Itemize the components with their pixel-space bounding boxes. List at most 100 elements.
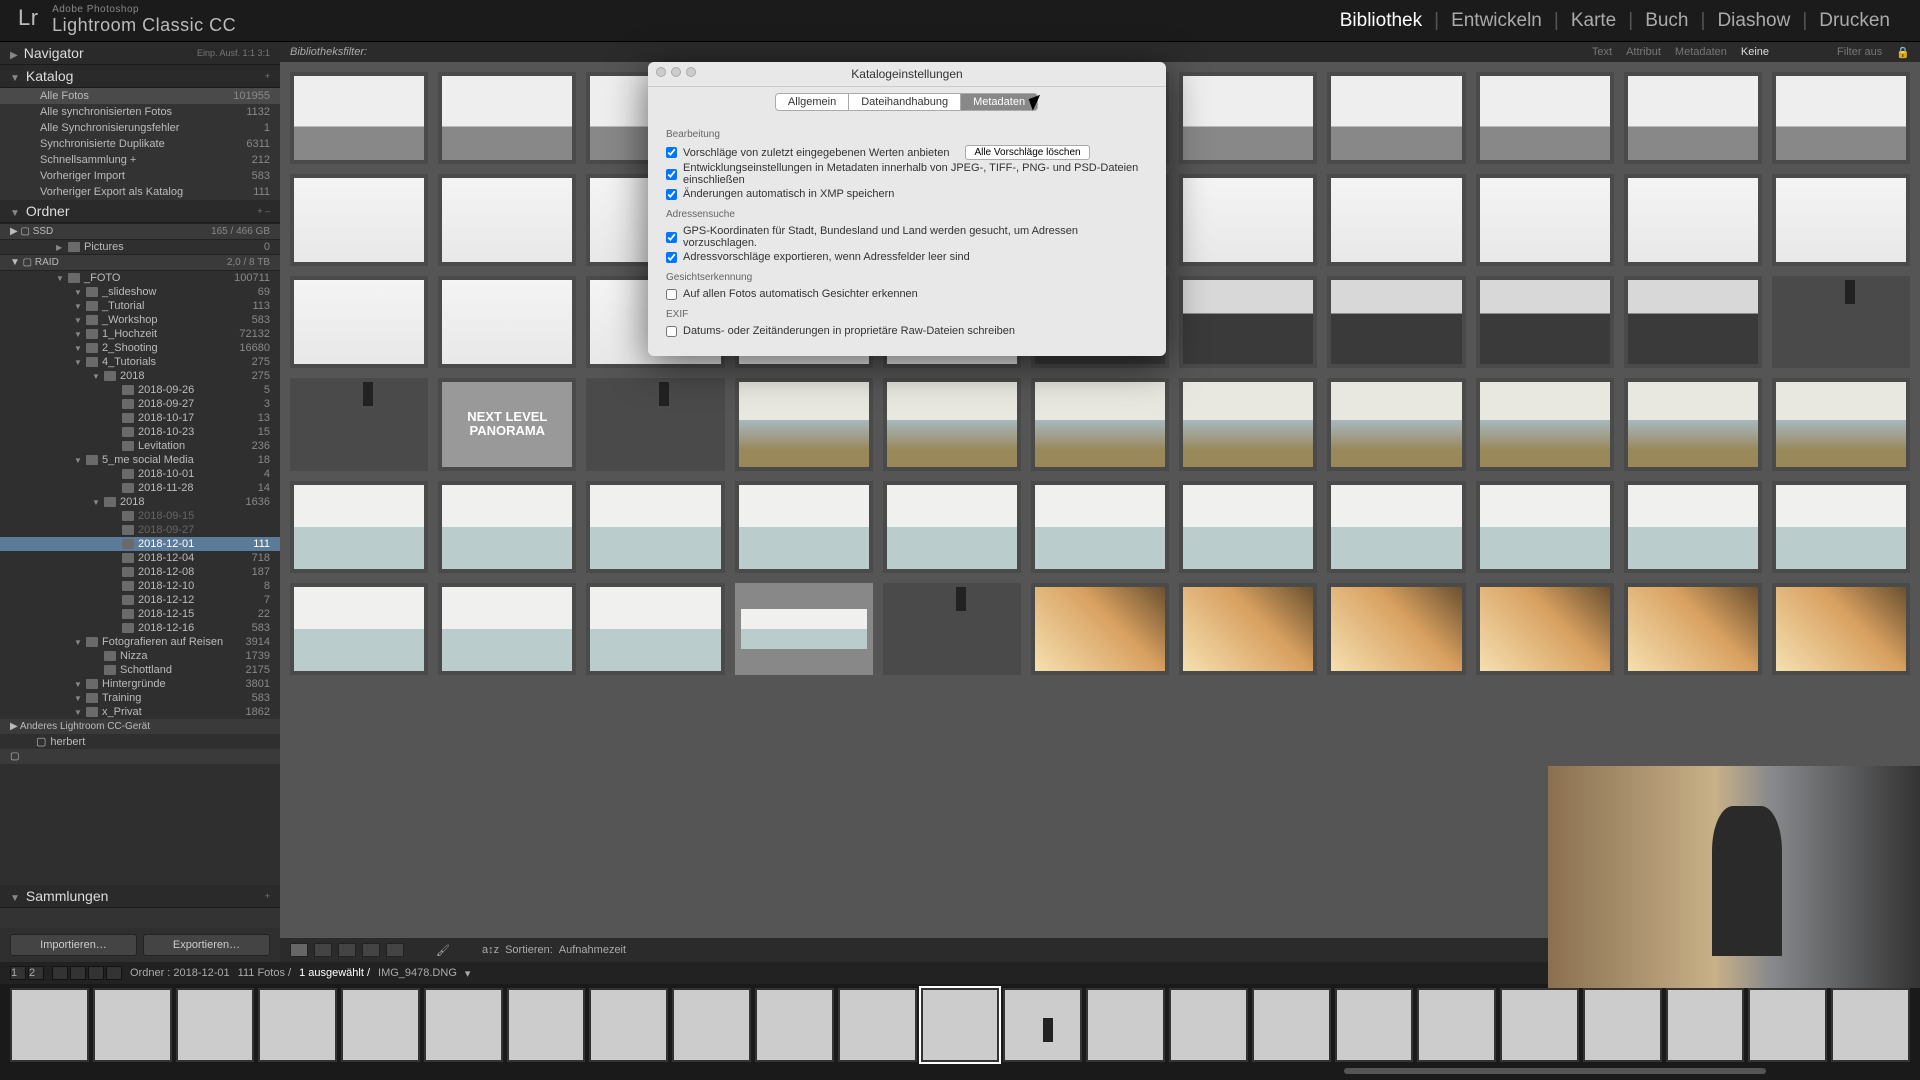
grid-cell[interactable] [1476,481,1614,573]
folder-item[interactable]: 2018-12-108 [0,579,280,593]
grid-cell[interactable] [1031,583,1169,675]
volume-ssd[interactable]: ▶ ▢ SSD 165 / 466 GB [0,223,280,240]
grid-cell[interactable] [735,378,873,470]
device-herbert[interactable]: ▢ herbert [0,734,280,749]
catalog-item[interactable]: Alle Synchronisierungsfehler1 [0,120,280,136]
grid-cell[interactable] [438,276,576,368]
folder-item[interactable]: 2018-09-27 [0,523,280,537]
close-icon[interactable] [656,67,666,77]
module-print[interactable]: Drucken [1807,10,1902,32]
grid-cell[interactable] [1624,72,1762,164]
grid-cell[interactable] [1031,481,1169,573]
folder-item[interactable]: ▼4_Tutorials275 [0,355,280,369]
sort-value[interactable]: Aufnahmezeit [559,944,626,956]
filmstrip-cell[interactable] [10,988,89,1062]
folder-item[interactable]: ▼_Workshop583 [0,313,280,327]
people-view-icon[interactable] [386,943,404,957]
collections-header[interactable]: ▼Sammlungen + [0,885,280,908]
grid-cell[interactable] [586,583,724,675]
grid-cell[interactable] [1476,583,1614,675]
folder-item[interactable]: 2018-09-15 [0,509,280,523]
minimize-icon[interactable] [671,67,681,77]
cb-face-detect[interactable] [666,289,677,300]
folder-item[interactable]: ▼2_Shooting16680 [0,341,280,355]
module-library[interactable]: Bibliothek [1328,10,1434,32]
folder-pictures[interactable]: ▶Pictures 0 [0,240,280,254]
grid-cell[interactable] [1179,583,1317,675]
filmstrip-cell[interactable] [424,988,503,1062]
grid-cell[interactable] [1476,276,1614,368]
filmstrip-cell[interactable] [1748,988,1827,1062]
compare-view-icon[interactable] [338,943,356,957]
grid-cell[interactable] [1624,378,1762,470]
secondary-display-buttons[interactable]: 12 [10,966,44,980]
grid-cell[interactable] [1476,174,1614,266]
module-develop[interactable]: Entwickeln [1439,10,1554,32]
catalog-item[interactable]: Vorheriger Export als Katalog111 [0,184,280,200]
volume-raid[interactable]: ▼ ▢ RAID 2,0 / 8 TB [0,254,280,271]
survey-view-icon[interactable] [362,943,380,957]
cb-gps-lookup[interactable] [666,232,677,243]
grid-cell[interactable] [290,481,428,573]
folder-item[interactable]: 2018-12-04718 [0,551,280,565]
grid-cell[interactable] [1179,378,1317,470]
grid-cell[interactable] [735,583,873,675]
filmstrip-cell[interactable] [1003,988,1082,1062]
painter-icon[interactable]: 🖌 [436,944,450,957]
grid-cell[interactable] [1624,481,1762,573]
filter-off[interactable]: Filter aus [1837,46,1882,59]
grid-cell[interactable] [883,583,1021,675]
tab-filehandling[interactable]: Dateihandhabung [848,93,961,111]
folder-item[interactable]: 2018-12-1522 [0,607,280,621]
grid-cell[interactable] [1476,72,1614,164]
grid-cell[interactable] [1327,481,1465,573]
grid-cell[interactable] [1179,72,1317,164]
grid-cell[interactable] [438,583,576,675]
filmstrip-cell[interactable] [1500,988,1579,1062]
filter-none[interactable]: Keine [1741,46,1769,59]
catalog-item[interactable]: Synchronisierte Duplikate6311 [0,136,280,152]
grid-cell[interactable] [1327,72,1465,164]
folder-item[interactable]: ▼Training583 [0,691,280,705]
grid-cell[interactable]: NEXT LEVEL PANORAMA [438,378,576,470]
filter-meta[interactable]: Metadaten [1675,46,1727,59]
folder-item[interactable]: ▼1_Hochzeit72132 [0,327,280,341]
grid-cell[interactable] [1327,174,1465,266]
folder-item[interactable]: 2018-12-01111 [0,537,280,551]
path-dropdown-icon[interactable]: ▾ [465,967,471,980]
grid-cell[interactable] [438,72,576,164]
grid-view-icon[interactable] [290,943,308,957]
filmstrip-cell[interactable] [1169,988,1248,1062]
loupe-view-icon[interactable] [314,943,332,957]
sort-dir-icon[interactable]: a↕z [482,944,499,956]
filmstrip-cell[interactable] [1335,988,1414,1062]
grid-cell[interactable] [883,481,1021,573]
filmstrip-cell[interactable] [755,988,834,1062]
folder-item[interactable]: ▼x_Privat1862 [0,705,280,719]
filter-text[interactable]: Text [1592,46,1612,59]
path-folder[interactable]: Ordner : 2018-12-01 [130,967,230,979]
folder-item[interactable]: 2018-10-014 [0,467,280,481]
grid-cell[interactable] [1624,174,1762,266]
filmstrip-cell[interactable] [1252,988,1331,1062]
cb-suggestions[interactable] [666,147,677,158]
filter-lock-icon[interactable]: 🔒 [1896,46,1910,59]
filmstrip-cell[interactable] [93,988,172,1062]
grid-cell[interactable] [438,481,576,573]
folder-item[interactable]: Schottland2175 [0,663,280,677]
folder-item[interactable]: 2018-10-2315 [0,425,280,439]
folder-item[interactable]: ▼_slideshow69 [0,285,280,299]
filmstrip-cell[interactable] [838,988,917,1062]
grid-cell[interactable] [1179,276,1317,368]
catalog-item[interactable]: Vorheriger Import583 [0,168,280,184]
grid-cell[interactable] [1772,481,1910,573]
folder-item[interactable]: 2018-12-16583 [0,621,280,635]
grid-cell[interactable] [290,174,428,266]
filmstrip-cell[interactable] [1583,988,1662,1062]
folder-item[interactable]: 2018-09-273 [0,397,280,411]
filmstrip-cell[interactable] [258,988,337,1062]
cb-dev-in-meta[interactable] [666,169,677,180]
catalog-item[interactable]: Schnellsammlung +212 [0,152,280,168]
grid-cell[interactable] [1327,378,1465,470]
module-map[interactable]: Karte [1559,10,1628,32]
